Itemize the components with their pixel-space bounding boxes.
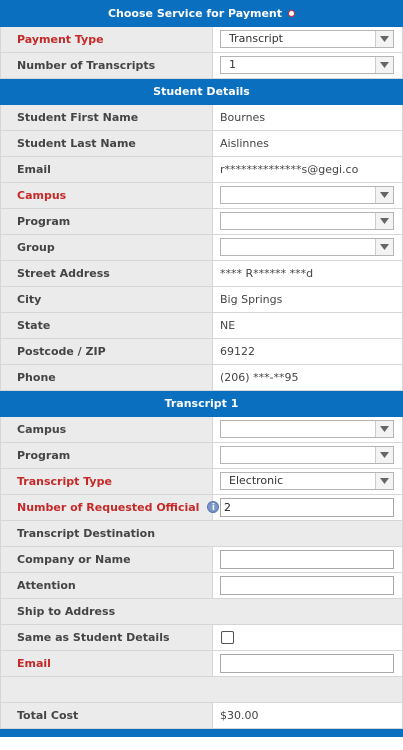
payment-type-row: Payment Type Transcript [1, 27, 402, 53]
ship-row: Ship to Address [1, 599, 402, 625]
student-program-select[interactable] [220, 212, 394, 230]
num-transcripts-select[interactable]: 1 [220, 56, 394, 74]
company-row: Company or Name [1, 547, 402, 573]
attention-input[interactable] [220, 576, 394, 595]
same-as-student-checkbox[interactable] [221, 631, 234, 644]
transcript-campus-row: Campus [1, 417, 402, 443]
transcript-email-input[interactable] [220, 654, 394, 673]
student-campus-row: Campus [1, 183, 402, 209]
destination-row: Transcript Destination [1, 521, 402, 547]
transcript-type-value: Electronic [229, 474, 284, 487]
postcode-value: 69122 [220, 345, 255, 358]
num-official-label: Number of Requested Official [17, 501, 200, 514]
group-label: Group [1, 235, 213, 260]
chevron-down-icon [375, 421, 393, 437]
chevron-down-icon [375, 187, 393, 203]
payment-type-select[interactable]: Transcript [220, 30, 394, 48]
chevron-down-icon [375, 31, 393, 47]
section-header-service: Choose Service for Payment [0, 0, 403, 27]
phone-row: Phone (206) ***-**95 [1, 365, 402, 391]
street-value: **** R****** ***d [220, 267, 314, 280]
first-name-value: Bournes [220, 111, 266, 124]
student-table: Student First Name Bournes Student Last … [0, 105, 403, 391]
transcript-campus-label: Campus [1, 417, 213, 442]
student-program-row: Program [1, 209, 402, 235]
spacer-row [1, 677, 402, 703]
chevron-down-icon [375, 447, 393, 463]
num-official-input[interactable] [220, 498, 394, 517]
last-name-value: Aislinnes [220, 137, 269, 150]
num-transcripts-row: Number of Transcripts 1 [1, 53, 402, 79]
required-indicator-icon [288, 9, 296, 17]
last-name-row: Student Last Name Aislinnes [1, 131, 402, 157]
street-label: Street Address [1, 261, 213, 286]
phone-value: (206) ***-**95 [220, 371, 299, 384]
num-official-label-cell: Number of Requested Official i [1, 495, 220, 520]
section-header-transcript: Transcript 1 [0, 391, 403, 417]
state-row: State NE [1, 313, 402, 339]
first-name-row: Student First Name Bournes [1, 105, 402, 131]
transcript-program-row: Program [1, 443, 402, 469]
student-program-label: Program [1, 209, 213, 234]
transcript-program-select[interactable] [220, 446, 394, 464]
group-select[interactable] [220, 238, 394, 256]
phone-label: Phone [1, 365, 213, 390]
email-label: Email [1, 157, 213, 182]
company-label: Company or Name [1, 547, 213, 572]
section-header-student: Student Details [0, 79, 403, 105]
attention-row: Attention [1, 573, 402, 599]
payment-type-label: Payment Type [1, 27, 213, 52]
transcript-type-row: Transcript Type Electronic [1, 469, 402, 495]
payment-type-value: Transcript [229, 32, 283, 45]
service-table: Payment Type Transcript Number of Transc… [0, 27, 403, 79]
num-official-row: Number of Requested Official i [1, 495, 402, 521]
num-transcripts-value: 1 [229, 58, 236, 71]
transcript-email-row: Email [1, 651, 402, 677]
city-row: City Big Springs [1, 287, 402, 313]
same-as-student-row: Same as Student Details [1, 625, 402, 651]
postcode-row: Postcode / ZIP 69122 [1, 339, 402, 365]
total-cost-label: Total Cost [1, 703, 213, 728]
street-row: Street Address **** R****** ***d [1, 261, 402, 287]
chevron-down-icon [375, 473, 393, 489]
first-name-label: Student First Name [1, 105, 213, 130]
student-campus-select[interactable] [220, 186, 394, 204]
email-row: Email r**************s@gegi.co [1, 157, 402, 183]
chevron-down-icon [375, 57, 393, 73]
city-value: Big Springs [220, 293, 283, 306]
attention-label: Attention [1, 573, 213, 598]
ship-label: Ship to Address [1, 599, 402, 624]
transcript-program-label: Program [1, 443, 213, 468]
group-row: Group [1, 235, 402, 261]
total-cost-value: $30.00 [220, 709, 259, 722]
transcript-email-label: Email [1, 651, 213, 676]
total-cost-row: Total Cost $30.00 [1, 703, 402, 729]
footer-bar [0, 729, 403, 737]
section-header-service-title: Choose Service for Payment [107, 7, 283, 20]
state-value: NE [220, 319, 236, 332]
chevron-down-icon [375, 239, 393, 255]
chevron-down-icon [375, 213, 393, 229]
same-as-student-label: Same as Student Details [1, 625, 213, 650]
num-transcripts-label: Number of Transcripts [1, 53, 213, 78]
city-label: City [1, 287, 213, 312]
student-campus-label: Campus [1, 183, 213, 208]
transcript-type-label: Transcript Type [1, 469, 213, 494]
transcript-campus-select[interactable] [220, 420, 394, 438]
state-label: State [1, 313, 213, 338]
transcript-type-select[interactable]: Electronic [220, 472, 394, 490]
last-name-label: Student Last Name [1, 131, 213, 156]
payment-form: Choose Service for Payment Payment Type … [0, 0, 403, 737]
company-input[interactable] [220, 550, 394, 569]
transcript-table: Campus Program Transcript Type Electroni… [0, 417, 403, 729]
email-value: r**************s@gegi.co [220, 163, 359, 176]
destination-label: Transcript Destination [1, 521, 402, 546]
postcode-label: Postcode / ZIP [1, 339, 213, 364]
